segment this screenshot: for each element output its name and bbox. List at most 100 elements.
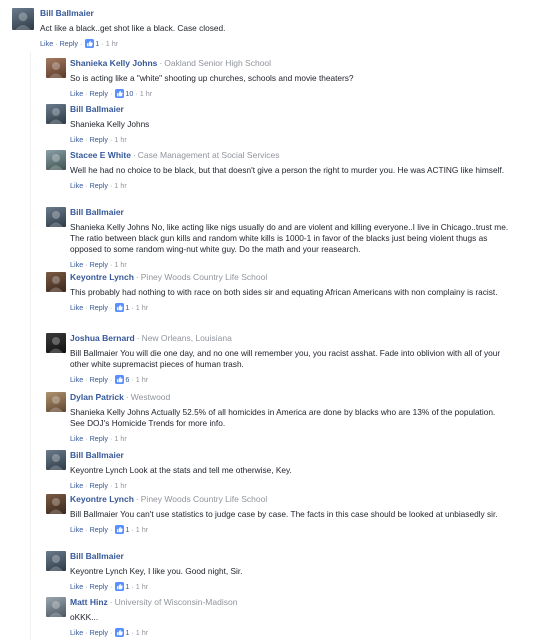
comment-text: Act like a black..get shot like a black.… — [40, 23, 226, 33]
like-link[interactable]: Like — [70, 434, 83, 443]
reply-link[interactable]: Reply — [90, 260, 108, 269]
author-name[interactable]: Stacee E White — [70, 150, 131, 160]
timestamp[interactable]: 1 hr — [136, 525, 148, 534]
author-affiliation: Westwood — [130, 392, 171, 402]
comment-text: Bill Ballmaier You can't use statistics … — [70, 509, 498, 519]
comment-header: Dylan Patrick · Westwood — [70, 392, 510, 402]
author-name[interactable]: Joshua Bernard — [70, 333, 135, 343]
like-link[interactable]: Like — [70, 628, 83, 637]
avatar[interactable] — [46, 272, 66, 292]
comment-header: Keyontre Lynch · Piney Woods Country Life … — [70, 272, 510, 282]
avatar[interactable] — [46, 333, 66, 353]
like-link[interactable]: Like — [70, 375, 83, 384]
timestamp[interactable]: 1 hr — [136, 303, 148, 312]
comment-text: Keyontre Lynch Look at the stats and tel… — [70, 465, 292, 475]
comment-actions: Like · Reply · 1 hr — [70, 260, 510, 269]
like-count-icon — [85, 39, 95, 50]
timestamp[interactable]: 1 hr — [136, 628, 148, 637]
separator: · — [109, 481, 113, 490]
avatar[interactable] — [46, 392, 66, 412]
reply-link[interactable]: Reply — [60, 39, 78, 48]
like-link[interactable]: Like — [70, 303, 83, 312]
separator: · — [85, 582, 88, 591]
profile-photo-icon — [49, 337, 63, 353]
avatar[interactable] — [46, 207, 66, 227]
like-link[interactable]: Like — [70, 481, 83, 490]
timestamp[interactable]: 1 hr — [136, 582, 148, 591]
reply-link[interactable]: Reply — [90, 181, 108, 190]
reply-link[interactable]: Reply — [90, 375, 108, 384]
author-name[interactable]: Shanieka Kelly Johns — [70, 58, 157, 68]
avatar[interactable] — [46, 104, 66, 124]
separator: · — [131, 628, 134, 637]
timestamp[interactable]: 1 hr — [114, 434, 126, 443]
avatar[interactable] — [46, 494, 66, 514]
like-count-icon — [115, 303, 125, 314]
comment-header: Keyontre Lynch · Piney Woods Country Life … — [70, 494, 510, 504]
timestamp[interactable]: 1 hr — [140, 89, 152, 98]
like-count[interactable]: 1 — [125, 628, 129, 637]
timestamp[interactable]: 1 hr — [106, 39, 118, 48]
reply-link[interactable]: Reply — [90, 628, 108, 637]
timestamp[interactable]: 1 hr — [114, 481, 126, 490]
avatar[interactable] — [46, 551, 66, 571]
author-name[interactable]: Keyontre Lynch — [70, 494, 134, 504]
like-count[interactable]: 1 — [95, 39, 99, 48]
reply-link[interactable]: Reply — [90, 89, 108, 98]
like-count[interactable]: 1 — [125, 303, 129, 312]
timestamp[interactable]: 1 hr — [114, 135, 126, 144]
separator: · — [109, 525, 113, 534]
like-count[interactable]: 1 — [125, 525, 129, 534]
comment-body: Bill Ballmaier Shanieka Kelly Johns No, l… — [70, 207, 510, 269]
like-link[interactable]: Like — [70, 260, 83, 269]
author-name[interactable]: Bill Ballmaier — [70, 551, 124, 561]
author-name[interactable]: Bill Ballmaier — [70, 104, 124, 114]
like-count-icon — [115, 525, 125, 536]
comment-text: oKKK... — [70, 612, 99, 622]
avatar[interactable] — [12, 8, 34, 30]
comment-actions: Like · Reply · 1 hr — [70, 481, 510, 490]
timestamp[interactable]: 1 hr — [114, 181, 126, 190]
reply-link[interactable]: Reply — [90, 582, 108, 591]
like-count-icon — [115, 89, 125, 100]
comment-actions: Like · Reply · 1 · 1 hr — [70, 525, 510, 536]
comment-actions: Like · Reply · 1 hr — [70, 181, 510, 190]
author-name[interactable]: Dylan Patrick — [70, 392, 124, 402]
profile-photo-icon — [49, 108, 63, 124]
reply-link[interactable]: Reply — [90, 303, 108, 312]
like-link[interactable]: Like — [70, 582, 83, 591]
comment-actions: Like · Reply · 1 · 1 hr — [70, 303, 510, 314]
like-link[interactable]: Like — [70, 89, 83, 98]
author-name[interactable]: Bill Ballmaier — [40, 8, 94, 18]
like-count[interactable]: 1 — [125, 582, 129, 591]
comment-text: Shanieka Kelly Johns No, like acting lik… — [70, 222, 509, 254]
author-name[interactable]: Bill Ballmaier — [70, 207, 124, 217]
like-link[interactable]: Like — [70, 135, 83, 144]
like-count-icon — [115, 375, 125, 386]
reply-link[interactable]: Reply — [90, 481, 108, 490]
like-link[interactable]: Like — [70, 181, 83, 190]
separator: · — [85, 303, 88, 312]
author-name[interactable]: Bill Ballmaier — [70, 450, 124, 460]
separator: · — [85, 89, 88, 98]
like-link[interactable]: Like — [40, 39, 53, 48]
avatar[interactable] — [46, 58, 66, 78]
like-count[interactable]: 10 — [125, 89, 133, 98]
reply-link[interactable]: Reply — [90, 135, 108, 144]
timestamp[interactable]: 1 hr — [136, 375, 148, 384]
separator: · — [55, 39, 58, 48]
like-count[interactable]: 6 — [125, 375, 129, 384]
author-name[interactable]: Keyontre Lynch — [70, 272, 134, 282]
avatar[interactable] — [46, 450, 66, 470]
avatar[interactable] — [46, 597, 66, 617]
separator: · — [125, 392, 129, 402]
author-name[interactable]: Matt Hinz — [70, 597, 108, 607]
comment-actions: Like · Reply · 1 · 1 hr — [70, 582, 510, 593]
reply-link[interactable]: Reply — [90, 525, 108, 534]
like-count-icon — [115, 582, 125, 593]
comment-text: Well he had no choice to be black, but t… — [70, 165, 505, 175]
timestamp[interactable]: 1 hr — [114, 260, 126, 269]
like-link[interactable]: Like — [70, 525, 83, 534]
reply-link[interactable]: Reply — [90, 434, 108, 443]
avatar[interactable] — [46, 150, 66, 170]
